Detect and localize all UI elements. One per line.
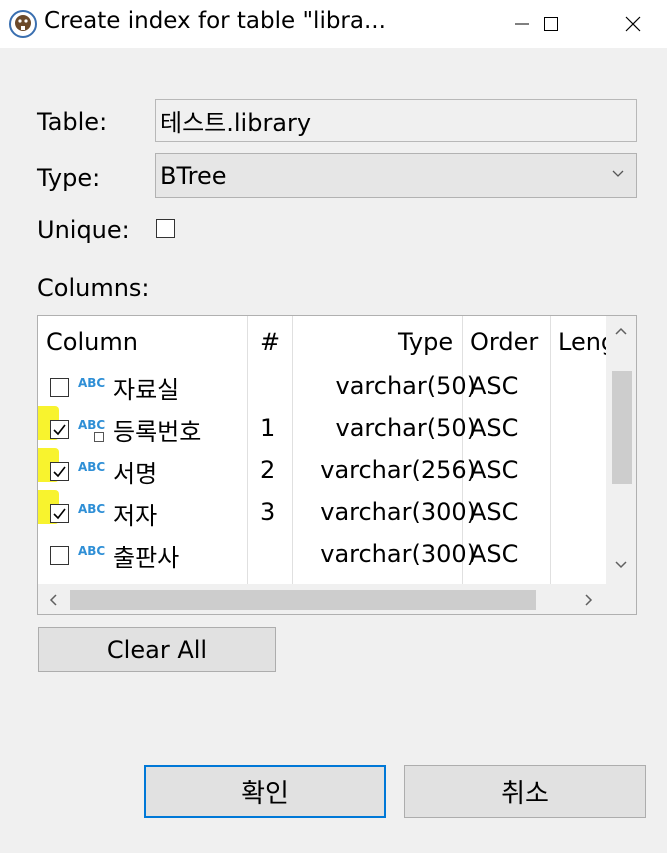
row-checkbox-checked[interactable] [50,504,69,523]
column-position: 2 [260,456,276,484]
row-checkbox[interactable] [50,546,69,565]
clear-all-button[interactable]: Clear All [38,627,276,672]
text-type-icon: ABC [78,376,106,390]
text-type-icon: ABC [78,502,106,516]
table-label: Table: [37,108,108,136]
checkmark-icon [53,466,66,478]
maximize-icon [544,17,558,31]
column-position: 3 [260,498,276,526]
column-type: varchar(50) [335,372,477,400]
text-type-icon: ABC [78,418,106,432]
text-type-icon: ABC [78,544,106,558]
scroll-down-icon[interactable] [614,560,628,570]
table-row[interactable]: ABC 저자 3 varchar(300) ASC [38,490,606,534]
close-button[interactable] [604,0,662,48]
column-header-order[interactable]: Order [470,328,538,356]
column-name: 자료실 [113,376,180,404]
columns-table[interactable]: Column # Type Order Leng ABC 자료실 varchar… [37,315,637,615]
scroll-right-icon[interactable] [584,593,594,607]
scroll-left-icon[interactable] [48,593,58,607]
title-bar: Create index for table "libra... [0,0,667,48]
table-row[interactable]: ABC 서명 2 varchar(256) ASC [38,448,606,492]
cancel-button[interactable]: 취소 [404,765,646,818]
scroll-up-icon[interactable] [614,326,628,336]
table-row[interactable]: ABC 등록번호 1 varchar(50) ASC [38,406,606,450]
column-header-type[interactable]: Type [398,328,453,356]
type-value: BTree [160,161,227,190]
dbeaver-beaver-icon [9,10,37,38]
columns-label: Columns: [37,274,150,302]
column-order[interactable]: ASC [470,372,518,400]
column-name: 저자 [113,502,158,530]
vertical-scrollbar[interactable] [606,316,636,584]
text-type-icon: ABC [78,460,106,474]
table-row[interactable]: ABC 자료실 varchar(50) ASC [38,366,606,408]
chevron-down-icon [612,170,624,177]
ok-button[interactable]: 확인 [144,765,386,818]
close-icon [625,16,641,32]
horizontal-scroll-thumb[interactable] [70,590,536,610]
column-order[interactable]: ASC [470,540,518,568]
unique-label: Unique: [37,216,130,244]
column-order[interactable]: ASC [470,456,518,484]
table-value: 테스트.library [160,109,312,137]
horizontal-scrollbar[interactable] [38,584,636,614]
checkmark-icon [53,424,66,436]
table-field[interactable]: 테스트.library [155,99,637,142]
column-header-column[interactable]: Column [46,328,138,356]
index-key-icon [94,432,104,442]
column-name: 서명 [113,460,158,488]
table-row[interactable]: ABC 출판사 varchar(300) ASC [38,534,606,576]
column-type: varchar(256) [320,456,476,484]
vertical-scroll-thumb[interactable] [612,371,632,484]
window-title: Create index for table "libra... [44,8,386,34]
column-order[interactable]: ASC [470,414,518,442]
column-header-number[interactable]: # [260,328,280,356]
type-dropdown[interactable]: BTree [155,153,637,198]
column-name: 등록번호 [113,418,202,446]
row-checkbox-checked[interactable] [50,420,69,439]
column-name: 출판사 [113,544,180,572]
row-checkbox[interactable] [50,378,69,397]
column-position: 1 [260,414,276,442]
type-label: Type: [37,164,101,192]
row-checkbox-checked[interactable] [50,462,69,481]
column-type: varchar(50) [335,414,477,442]
maximize-button[interactable] [522,0,580,48]
unique-checkbox[interactable] [156,219,175,238]
column-type: varchar(300) [320,498,476,526]
checkmark-icon [53,508,66,520]
column-type: varchar(300) [320,540,476,568]
column-order[interactable]: ASC [470,498,518,526]
